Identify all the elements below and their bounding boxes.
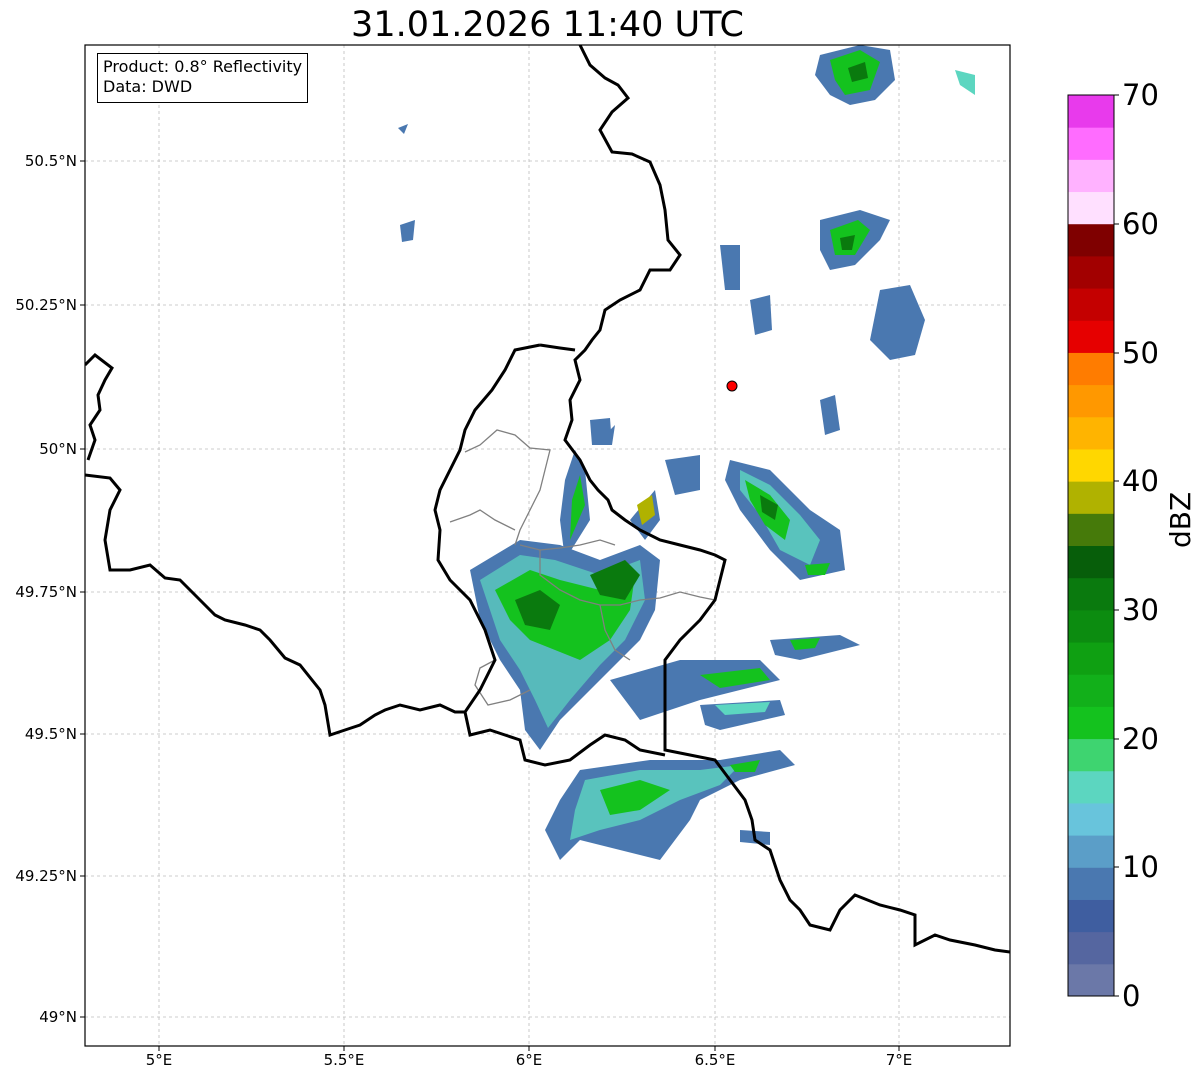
colorbar-segment [1068,416,1114,450]
colorbar-tick-label: 50 [1122,336,1159,370]
colorbar-segment [1068,674,1114,707]
colorbar-tick-label: 40 [1122,464,1159,498]
colorbar-segment [1068,513,1114,546]
colorbar-segment [1068,255,1114,289]
colorbar-tick-label: 10 [1122,850,1159,884]
colorbar-tick-label: 0 [1122,979,1141,1013]
colorbar-segment [1068,95,1114,128]
colorbar-segment [1068,545,1114,579]
product-info-box: Product: 0.8° Reflectivity Data: DWD [97,53,309,103]
colorbar-segment [1068,738,1114,772]
colorbar-segment [1068,963,1114,997]
lat-tick-label: 50.5°N [24,152,77,170]
lat-tick-label: 50°N [39,440,77,458]
lat-tick-label: 49°N [39,1008,77,1026]
colorbar-segment [1068,931,1114,965]
product-label: Product: 0.8° Reflectivity [103,57,303,76]
lat-tick-label: 49.5°N [24,725,77,743]
colorbar-segment [1068,899,1114,933]
colorbar-segment [1068,127,1114,160]
lon-tick-label: 7°E [885,1051,913,1069]
colorbar-segment [1068,191,1114,225]
lat-tick-label: 49.75°N [15,583,77,601]
colorbar-segment [1068,770,1114,804]
lat-tick-label: 49.25°N [15,867,77,885]
colorbar-segment [1068,706,1114,740]
lon-tick-label: 6°E [515,1051,543,1069]
radar-map [80,44,1119,1051]
lon-tick-label: 6.5°E [694,1051,736,1069]
colorbar-segment [1068,802,1114,836]
colorbar-segment [1068,835,1114,868]
colorbar-segment [1068,867,1114,900]
colorbar-segment [1068,642,1114,675]
colorbar-ticks [1114,94,1119,997]
radar-site-marker [726,380,738,392]
colorbar-segment [1068,352,1114,386]
lon-tick-label: 5.5°E [323,1051,365,1069]
colorbar-segment [1068,288,1114,321]
colorbar-segment [1068,481,1114,514]
colorbar-unit-label: dBZ [1164,491,1197,548]
colorbar-tick-label: 70 [1122,78,1159,112]
lon-tick-label: 5°E [145,1051,173,1069]
colorbar-segment [1068,448,1114,482]
colorbar-tick-label: 60 [1122,207,1159,241]
colorbar [1068,95,1114,997]
colorbar-segment [1068,384,1114,418]
colorbar-segment [1068,159,1114,193]
colorbar-segment [1068,609,1114,643]
colorbar-tick-label: 30 [1122,593,1159,627]
data-source-label: Data: DWD [103,77,193,96]
colorbar-segment [1068,577,1114,611]
colorbar-tick-label: 20 [1122,722,1159,756]
lat-tick-label: 50.25°N [15,296,77,314]
colorbar-segment [1068,223,1114,257]
colorbar-segment [1068,320,1114,353]
